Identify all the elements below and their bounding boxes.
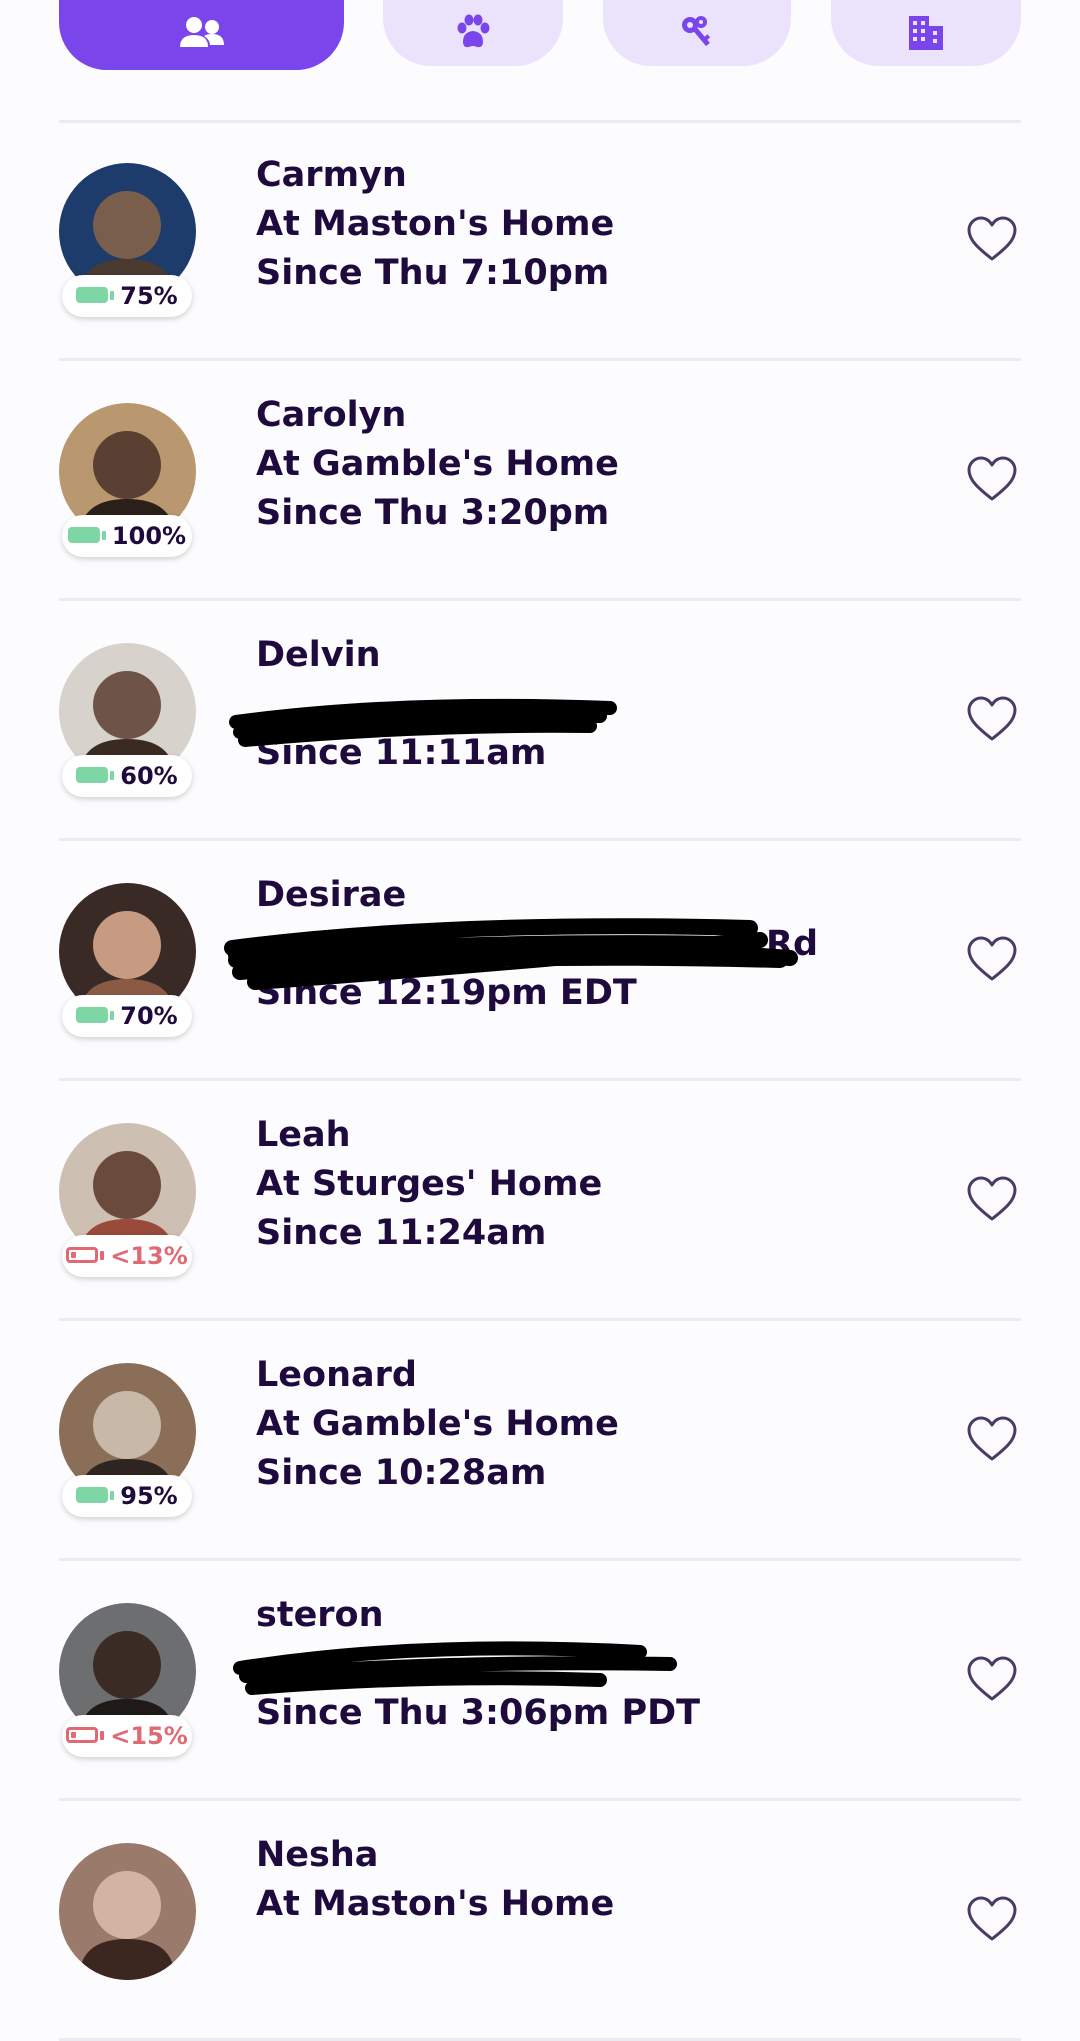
person-name: steron	[256, 1595, 384, 1635]
person-info: Carolyn At Gamble's Home Since Thu 3:20pm	[256, 391, 619, 538]
building-icon	[909, 16, 943, 50]
divider	[59, 358, 1021, 361]
person-info: steron ​Since Thu 3:06pm PDT	[256, 1591, 700, 1738]
favorite-heart-icon[interactable]	[966, 1895, 1018, 1943]
battery-icon	[76, 1007, 115, 1025]
battery-level: 75%	[120, 282, 178, 310]
tab-buildings[interactable]	[831, 0, 1021, 66]
battery-icon	[66, 1727, 105, 1745]
avatar	[59, 1843, 196, 1980]
person-since: Since 11:24am	[256, 1213, 547, 1253]
person-location: ​	[256, 680, 546, 729]
person-name: Leonard	[256, 1355, 417, 1395]
divider	[59, 598, 1021, 601]
person-row[interactable]: 75% Carmyn At Maston's Home Since Thu 7:10p…	[0, 123, 1080, 361]
person-location: ​	[256, 1640, 700, 1689]
divider	[59, 838, 1021, 841]
battery-level: 70%	[120, 1002, 178, 1030]
person-info: Desirae Rd Since 12:19pm EDT	[256, 871, 818, 1018]
person-row[interactable]: <15% steron ​Since Thu 3:06pm PDT	[0, 1563, 1080, 1801]
favorite-heart-icon[interactable]	[966, 1655, 1018, 1703]
battery-icon	[76, 287, 115, 305]
battery-level: <15%	[110, 1722, 188, 1750]
person-since: Since 10:28am	[256, 1453, 547, 1493]
battery-level: 95%	[120, 1482, 178, 1510]
tab-keys[interactable]	[603, 0, 791, 66]
person-row[interactable]: 95% Leonard At Gamble's Home Since 10:28am	[0, 1323, 1080, 1561]
person-location: At Gamble's Home	[256, 444, 619, 484]
battery-badge: 60%	[62, 755, 192, 797]
person-info: Delvin ​Since 11:11am	[256, 631, 546, 778]
person-row[interactable]: 70% Desirae Rd Since 12:19pm EDT	[0, 843, 1080, 1081]
person-name: Delvin	[256, 635, 381, 675]
battery-badge: 95%	[62, 1475, 192, 1517]
person-since: Since 11:11am	[256, 733, 547, 773]
favorite-heart-icon[interactable]	[966, 215, 1018, 263]
divider	[59, 1558, 1021, 1561]
battery-icon	[76, 1487, 115, 1505]
divider	[59, 1798, 1021, 1801]
keys-icon	[682, 16, 711, 47]
battery-icon	[76, 767, 115, 785]
favorite-heart-icon[interactable]	[966, 455, 1018, 503]
people-icon	[179, 17, 224, 47]
person-location: At Gamble's Home	[256, 1404, 619, 1444]
person-since: Since Thu 3:06pm PDT	[256, 1693, 701, 1733]
person-name: Carolyn	[256, 395, 407, 435]
divider	[59, 1318, 1021, 1321]
favorite-heart-icon[interactable]	[966, 935, 1018, 983]
person-location: At Maston's Home	[256, 204, 615, 244]
paw-icon	[457, 14, 490, 48]
battery-level: 60%	[120, 762, 178, 790]
person-row[interactable]: <13% Leah At Sturges' Home Since 11:24am	[0, 1083, 1080, 1321]
battery-icon	[67, 527, 106, 545]
tab-people[interactable]	[59, 0, 344, 70]
person-since: Since Thu 3:20pm	[256, 493, 610, 533]
tab-pets[interactable]	[383, 0, 563, 66]
favorite-heart-icon[interactable]	[966, 1175, 1018, 1223]
person-info: Nesha At Maston's Home	[256, 1831, 614, 1929]
person-name: Leah	[256, 1115, 351, 1155]
battery-badge: <15%	[62, 1715, 192, 1757]
person-row[interactable]: 60% Delvin ​Since 11:11am	[0, 603, 1080, 841]
person-location: At Maston's Home	[256, 1884, 615, 1924]
person-row[interactable]: 100% Carolyn At Gamble's Home Since Thu 3:2…	[0, 363, 1080, 601]
person-name: Carmyn	[256, 155, 407, 195]
person-row[interactable]: Nesha At Maston's Home	[0, 1803, 1080, 2041]
person-location: Rd	[766, 924, 819, 964]
person-since: Since Thu 7:10pm	[256, 253, 610, 293]
battery-badge: <13%	[62, 1235, 192, 1277]
battery-level: 100%	[111, 522, 187, 550]
battery-badge: 75%	[62, 275, 192, 317]
person-info: Leah At Sturges' Home Since 11:24am	[256, 1111, 602, 1258]
category-tabs	[0, 0, 1080, 120]
divider	[59, 1078, 1021, 1081]
person-since: Since 12:19pm EDT	[256, 973, 637, 1013]
favorite-heart-icon[interactable]	[966, 695, 1018, 743]
person-name: Desirae	[256, 875, 407, 915]
person-name: Nesha	[256, 1835, 379, 1875]
battery-icon	[66, 1247, 105, 1265]
battery-level: <13%	[110, 1242, 188, 1270]
person-info: Carmyn At Maston's Home Since Thu 7:10pm	[256, 151, 614, 298]
person-info: Leonard At Gamble's Home Since 10:28am	[256, 1351, 619, 1498]
person-location: At Sturges' Home	[256, 1164, 603, 1204]
battery-badge: 100%	[62, 515, 192, 557]
favorite-heart-icon[interactable]	[966, 1415, 1018, 1463]
battery-badge: 70%	[62, 995, 192, 1037]
